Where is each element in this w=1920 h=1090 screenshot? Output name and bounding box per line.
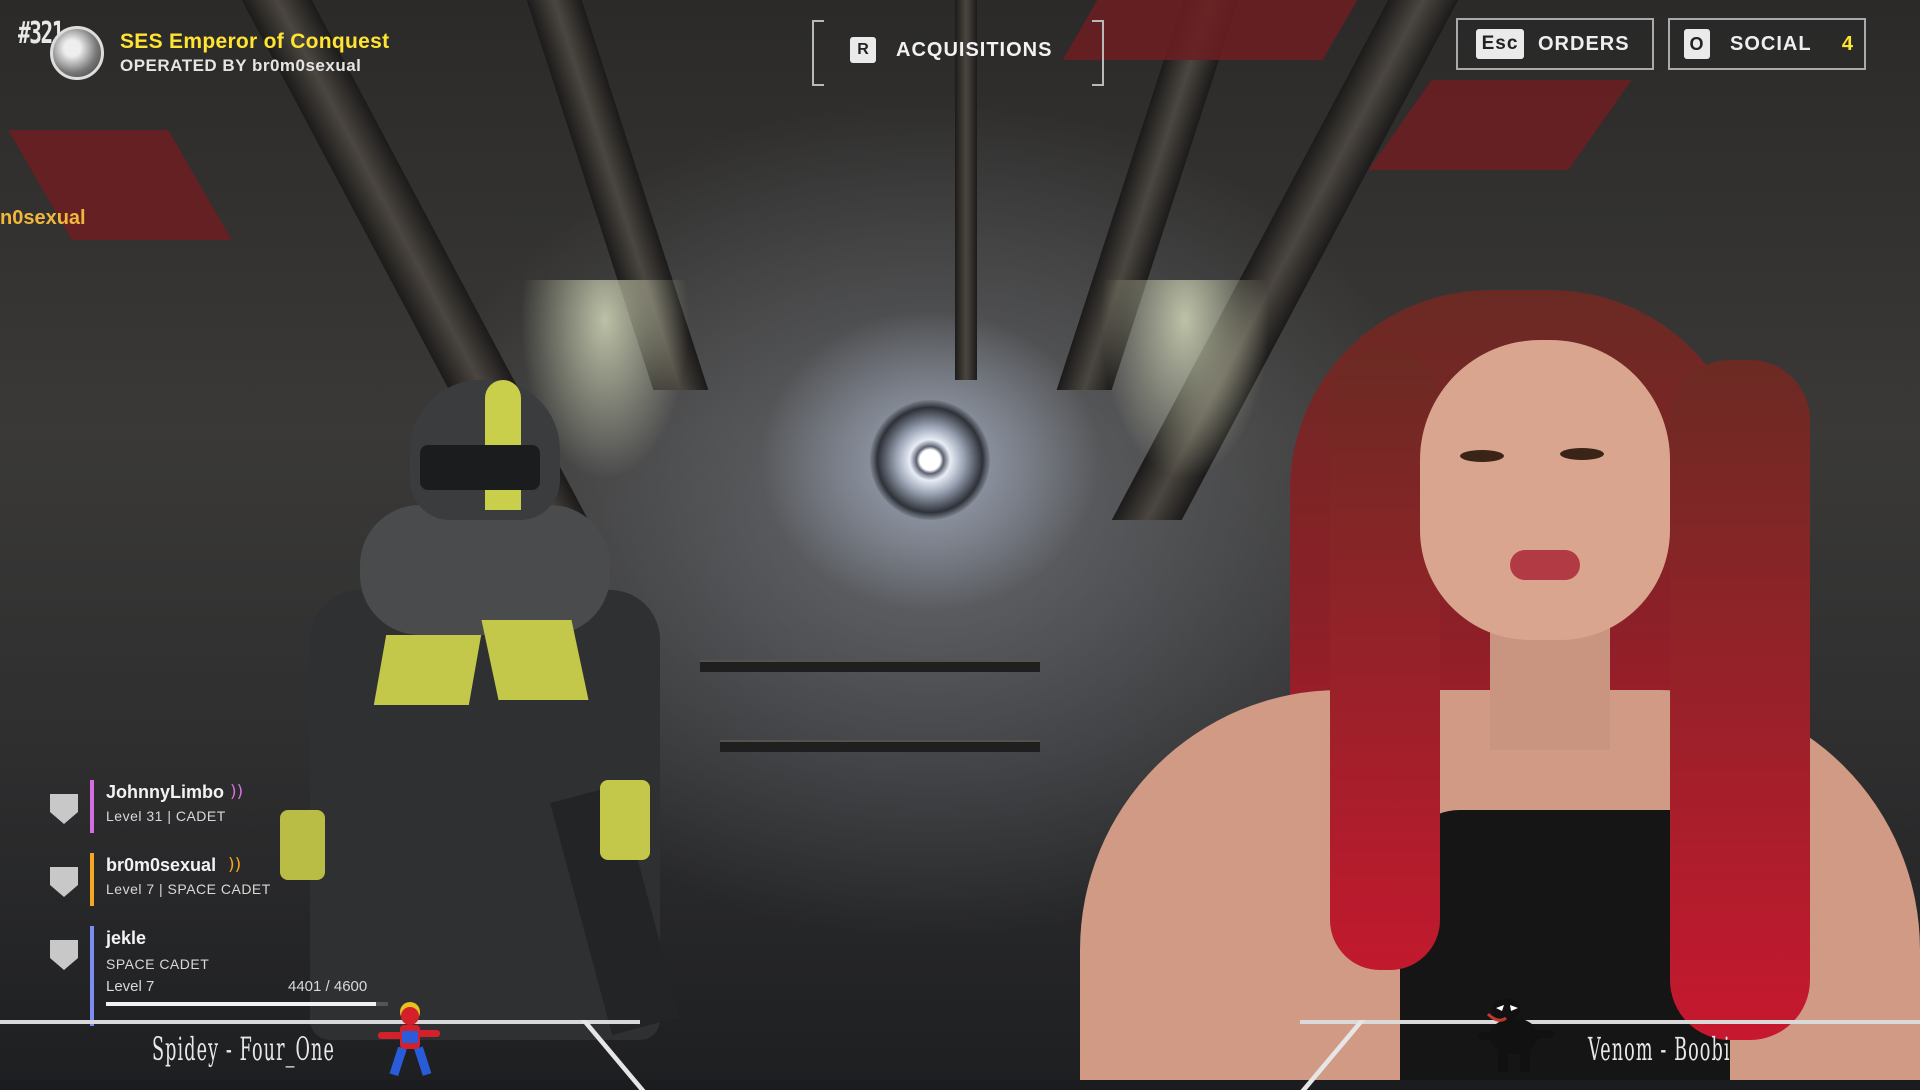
streamer-webcam bbox=[930, 250, 1920, 1080]
ship-name: SES Emperor of Conquest bbox=[120, 30, 390, 53]
xp-progress-bar bbox=[106, 1002, 388, 1006]
overlay-right-name: Venom - Boobi bbox=[1588, 1030, 1731, 1068]
member-name: JohnnyLimbo bbox=[106, 782, 224, 802]
bracket bbox=[1092, 20, 1104, 86]
shield-icon bbox=[50, 867, 78, 897]
member-level: Level 7 bbox=[106, 978, 155, 995]
keybind-o: O bbox=[1684, 29, 1710, 59]
globe-icon bbox=[50, 26, 104, 80]
overlay-line bbox=[1300, 1020, 1920, 1024]
ship-emblem: #321 bbox=[18, 16, 104, 88]
squad-member[interactable]: br0m0sexual )) Level 7 | SPACE CADET bbox=[50, 853, 390, 926]
bracket bbox=[812, 20, 824, 86]
ship-operator: OPERATED BY br0m0sexual bbox=[120, 56, 362, 75]
squad-roster: JohnnyLimbo )) Level 31 | CADET br0m0sex… bbox=[50, 780, 390, 1026]
acquisitions-label: ACQUISITIONS bbox=[896, 38, 1053, 61]
shield-icon bbox=[50, 940, 78, 970]
squad-member[interactable]: JohnnyLimbo )) Level 31 | CADET bbox=[50, 780, 390, 853]
social-count: 4 bbox=[1841, 32, 1854, 55]
social-button[interactable]: O SOCIAL 4 bbox=[1668, 18, 1866, 70]
player-color-bar bbox=[90, 853, 94, 906]
player-name-fragment: n0sexual bbox=[0, 207, 86, 229]
player-color-bar bbox=[90, 926, 94, 1026]
orders-button[interactable]: Esc ORDERS bbox=[1456, 18, 1654, 70]
voice-icon: )) bbox=[228, 855, 242, 875]
orders-label: ORDERS bbox=[1538, 32, 1630, 55]
member-info: Level 31 | CADET bbox=[106, 808, 226, 824]
member-name: jekle bbox=[106, 928, 147, 948]
squad-member[interactable]: jekle SPACE CADET Level 7 4401 / 4600 bbox=[50, 926, 390, 1026]
venom-sprite bbox=[1478, 999, 1554, 1072]
overlay-line bbox=[0, 1020, 640, 1024]
acquisitions-button[interactable]: R ACQUISITIONS bbox=[812, 20, 1104, 86]
ship-info: #321 SES Emperor of Conquest OPERATED BY… bbox=[18, 16, 389, 88]
red-panel bbox=[1062, 0, 1358, 60]
social-label: SOCIAL bbox=[1730, 32, 1812, 55]
member-info: Level 7 | SPACE CADET bbox=[106, 881, 271, 897]
player-color-bar bbox=[90, 780, 94, 833]
member-name: br0m0sexual bbox=[106, 855, 217, 875]
stream-overlay-bar: Spidey - Four_One Venom - Boobi bbox=[0, 999, 1920, 1090]
xp-progress-fill bbox=[106, 1002, 376, 1006]
voice-icon: )) bbox=[230, 782, 244, 802]
keybind-r: R bbox=[850, 37, 876, 63]
shield-icon bbox=[50, 794, 78, 824]
member-rank: SPACE CADET bbox=[106, 956, 210, 972]
member-xp: 4401 / 4600 bbox=[288, 978, 368, 995]
keybind-esc: Esc bbox=[1476, 29, 1524, 59]
spiderman-sprite bbox=[378, 1002, 440, 1077]
overlay-left-name: Spidey - Four_One bbox=[152, 1030, 335, 1068]
